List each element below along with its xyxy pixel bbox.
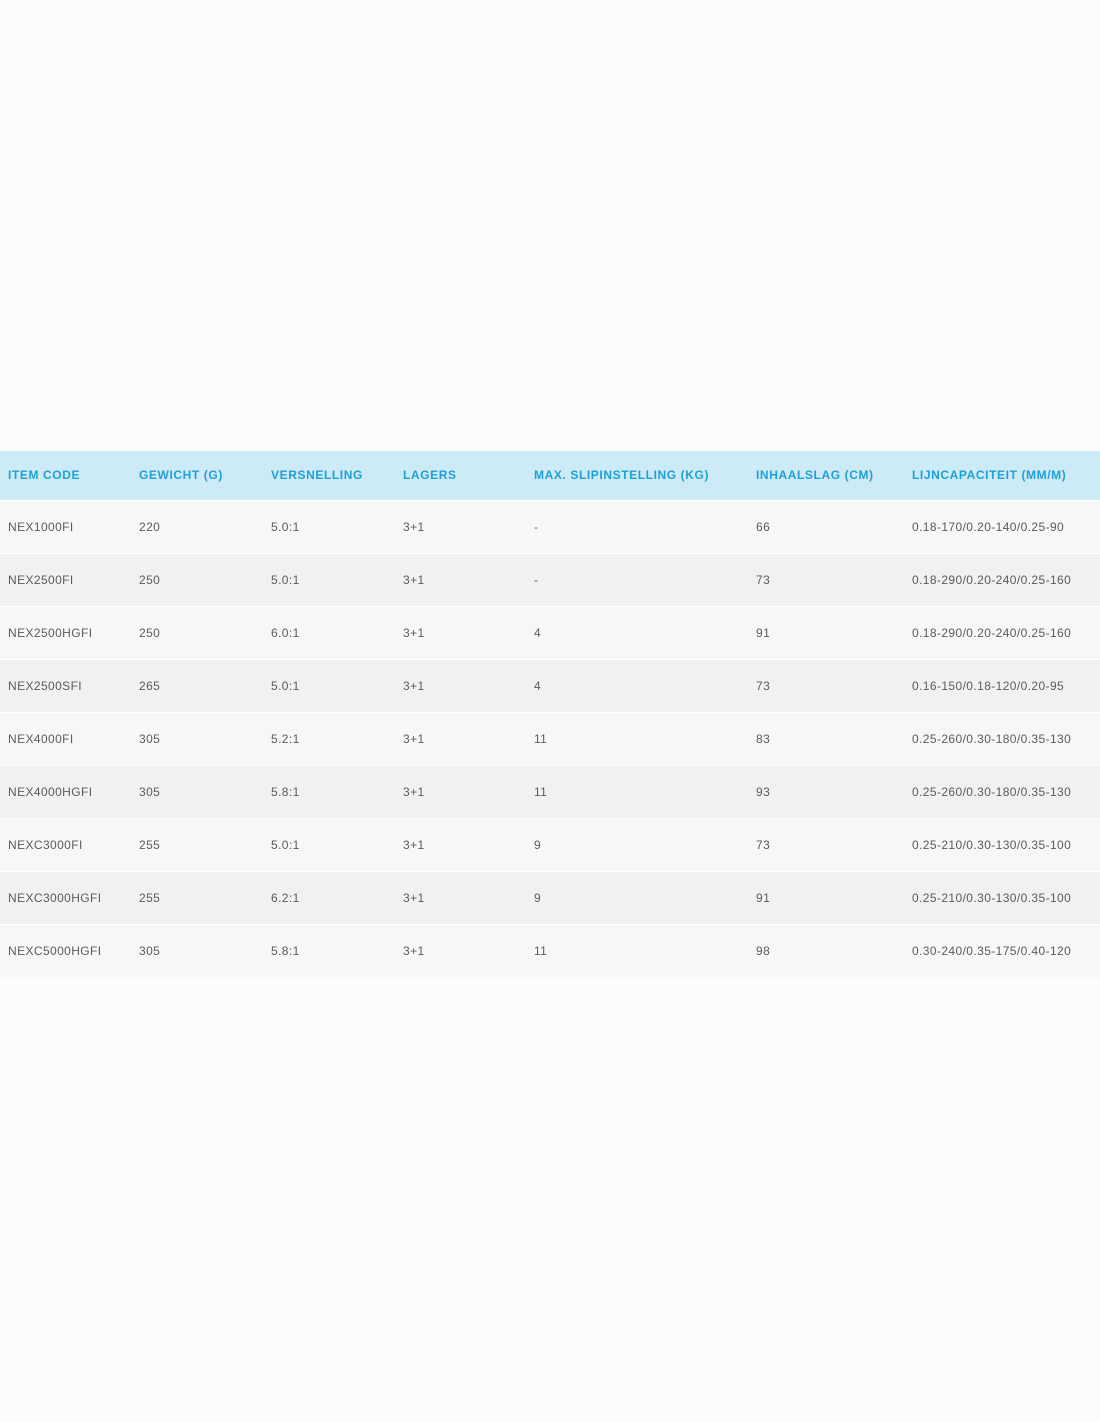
cell-inhaalslag: 91 [756,890,771,905]
cell-gewicht: 220 [139,519,161,534]
header-lagers: LAGERS [403,468,457,483]
cell-max-slipinstelling: 4 [534,678,542,693]
header-max-slipinstelling: MAX. SLIPINSTELLING (KG) [534,468,710,483]
cell-max-slipinstelling: 4 [534,625,542,640]
cell-inhaalslag: 73 [756,678,771,693]
cell-gewicht: 250 [139,572,161,587]
cell-versnelling: 5.8:1 [271,943,300,958]
header-lijncapaciteit: LIJNCAPACITEIT (MM/M) [912,468,1067,483]
page: ITEM CODE GEWICHT (G) VERSNELLING LAGERS… [0,0,1100,1422]
cell-versnelling: 5.2:1 [271,731,300,746]
cell-lijncapaciteit: 0.25-210/0.30-130/0.35-100 [912,890,1072,905]
cell-item-code: NEX1000FI [8,519,74,534]
cell-item-code: NEX4000HGFI [8,784,93,799]
cell-max-slipinstelling: 9 [534,890,542,905]
cell-inhaalslag: 83 [756,731,771,746]
cell-versnelling: 5.0:1 [271,519,300,534]
table-body: NEX1000FI 220 5.0:1 3+1 - 66 0.18-170/0.… [0,500,1100,977]
table-row: NEX2500FI 250 5.0:1 3+1 - 73 0.18-290/0.… [0,553,1100,606]
cell-gewicht: 305 [139,943,161,958]
cell-lijncapaciteit: 0.25-260/0.30-180/0.35-130 [912,784,1072,799]
cell-item-code: NEX2500SFI [8,678,83,693]
cell-max-slipinstelling: 11 [534,943,548,958]
cell-gewicht: 255 [139,837,161,852]
cell-versnelling: 6.0:1 [271,625,300,640]
cell-lijncapaciteit: 0.30-240/0.35-175/0.40-120 [912,943,1072,958]
cell-inhaalslag: 73 [756,572,771,587]
cell-lagers: 3+1 [403,519,425,534]
cell-gewicht: 305 [139,731,161,746]
cell-max-slipinstelling: - [534,519,539,534]
cell-inhaalslag: 91 [756,625,771,640]
cell-versnelling: 5.0:1 [271,837,300,852]
table-row: NEX4000HGFI 305 5.8:1 3+1 11 93 0.25-260… [0,765,1100,818]
header-gewicht: GEWICHT (G) [139,468,223,483]
cell-lijncapaciteit: 0.18-290/0.20-240/0.25-160 [912,572,1072,587]
table-row: NEX4000FI 305 5.2:1 3+1 11 83 0.25-260/0… [0,712,1100,765]
cell-lagers: 3+1 [403,890,425,905]
cell-versnelling: 5.0:1 [271,678,300,693]
cell-max-slipinstelling: 9 [534,837,542,852]
cell-inhaalslag: 66 [756,519,771,534]
table-row: NEX1000FI 220 5.0:1 3+1 - 66 0.18-170/0.… [0,500,1100,553]
table-row: NEXC5000HGFI 305 5.8:1 3+1 11 98 0.30-24… [0,924,1100,977]
cell-lagers: 3+1 [403,943,425,958]
cell-gewicht: 255 [139,890,161,905]
header-item-code: ITEM CODE [8,468,81,483]
cell-max-slipinstelling: 11 [534,784,548,799]
cell-lagers: 3+1 [403,784,425,799]
cell-gewicht: 305 [139,784,161,799]
cell-max-slipinstelling: - [534,572,539,587]
cell-versnelling: 5.8:1 [271,784,300,799]
cell-inhaalslag: 98 [756,943,771,958]
cell-item-code: NEX4000FI [8,731,74,746]
cell-item-code: NEX2500HGFI [8,625,93,640]
cell-gewicht: 265 [139,678,161,693]
cell-inhaalslag: 93 [756,784,771,799]
cell-lijncapaciteit: 0.25-260/0.30-180/0.35-130 [912,731,1072,746]
cell-lagers: 3+1 [403,731,425,746]
cell-max-slipinstelling: 11 [534,731,548,746]
cell-item-code: NEX2500FI [8,572,74,587]
header-versnelling: VERSNELLING [271,468,363,483]
table-row: NEX2500SFI 265 5.0:1 3+1 4 73 0.16-150/0… [0,659,1100,712]
cell-versnelling: 5.0:1 [271,572,300,587]
cell-lijncapaciteit: 0.18-290/0.20-240/0.25-160 [912,625,1072,640]
cell-lijncapaciteit: 0.16-150/0.18-120/0.20-95 [912,678,1065,693]
cell-lijncapaciteit: 0.18-170/0.20-140/0.25-90 [912,519,1065,534]
table-row: NEXC3000FI 255 5.0:1 3+1 9 73 0.25-210/0… [0,818,1100,871]
cell-versnelling: 6.2:1 [271,890,300,905]
table-row: NEX2500HGFI 250 6.0:1 3+1 4 91 0.18-290/… [0,606,1100,659]
cell-item-code: NEXC5000HGFI [8,943,102,958]
table-header-row: ITEM CODE GEWICHT (G) VERSNELLING LAGERS… [0,451,1100,500]
table-header: ITEM CODE GEWICHT (G) VERSNELLING LAGERS… [0,451,1100,500]
cell-item-code: NEXC3000HGFI [8,890,102,905]
cell-lagers: 3+1 [403,837,425,852]
cell-lagers: 3+1 [403,572,425,587]
table-row: NEXC3000HGFI 255 6.2:1 3+1 9 91 0.25-210… [0,871,1100,924]
cell-lagers: 3+1 [403,625,425,640]
header-inhaalslag: INHAALSLAG (CM) [756,468,874,483]
cell-inhaalslag: 73 [756,837,771,852]
cell-lagers: 3+1 [403,678,425,693]
cell-lijncapaciteit: 0.25-210/0.30-130/0.35-100 [912,837,1072,852]
spec-table: ITEM CODE GEWICHT (G) VERSNELLING LAGERS… [0,451,1100,977]
cell-gewicht: 250 [139,625,161,640]
cell-item-code: NEXC3000FI [8,837,83,852]
